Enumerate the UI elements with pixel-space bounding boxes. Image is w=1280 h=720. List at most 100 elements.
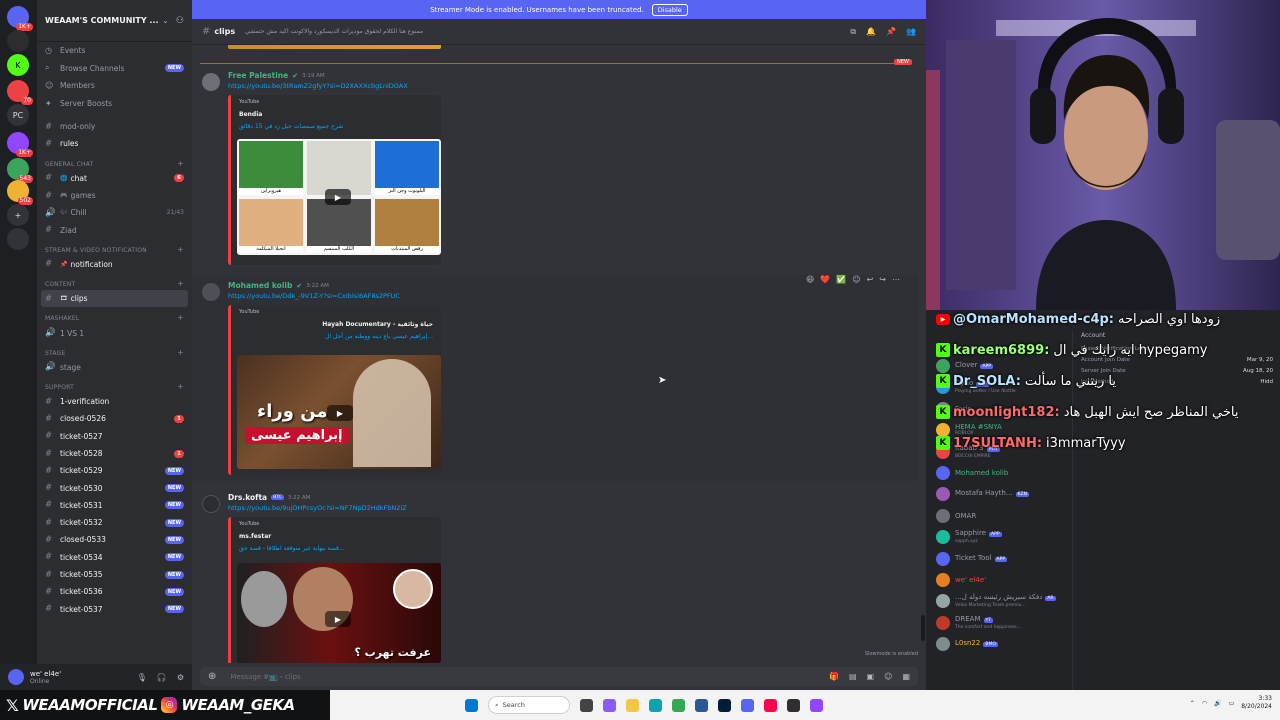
channel-mod-only[interactable]: # mod-only (37, 118, 192, 135)
server-icon[interactable]: 1K+ (7, 6, 33, 31)
pin-icon[interactable]: 📌 (886, 27, 896, 37)
more-icon[interactable]: ⋯ (892, 275, 900, 284)
apps-icon[interactable]: ▦ (902, 672, 910, 681)
embed-channel[interactable]: Hayah Documentary - حياة وثائقية (322, 321, 433, 328)
channel-ticket-0531[interactable]: # ticket-0531 NEW (37, 497, 192, 514)
sticker-icon[interactable]: ▣ (867, 672, 875, 681)
chrome-icon[interactable] (672, 698, 685, 712)
category-mashakel[interactable]: MASHAKEL + (37, 307, 192, 324)
plus-icon[interactable]: + (177, 313, 184, 322)
invite-icon[interactable]: ⚇ (176, 16, 184, 26)
gift-icon[interactable]: 🎁 (829, 672, 839, 681)
channel-closed-0526[interactable]: # closed-0526 1 (37, 410, 192, 427)
server-icon[interactable]: 543 (7, 158, 33, 183)
member-item[interactable]: Mostafa Hayth... KZN (936, 484, 1029, 504)
gif-icon[interactable]: ▤ (849, 672, 857, 681)
plus-icon[interactable]: + (177, 382, 184, 391)
play-icon[interactable]: ▶ (327, 405, 353, 421)
avatar[interactable] (202, 495, 220, 513)
server-icon[interactable]: K (7, 54, 29, 76)
channel-games[interactable]: # 🎮 games (37, 187, 192, 204)
channel-stage[interactable]: 🔊 stage (37, 359, 192, 376)
tiktok-icon[interactable] (764, 698, 777, 712)
play-icon[interactable]: ▶ (325, 189, 351, 205)
avatar[interactable] (8, 669, 24, 685)
gear-icon[interactable]: ⚙ (177, 673, 184, 682)
category-support[interactable]: SUPPORT + (37, 376, 192, 393)
member-item[interactable]: we' el4e' (936, 570, 986, 590)
message-author[interactable]: Mohamed kolib (228, 281, 292, 290)
obs-icon[interactable] (787, 698, 800, 712)
emoji-icon[interactable]: ☺ (884, 672, 892, 681)
server-icon[interactable]: 1K+ (7, 132, 33, 157)
server-icon[interactable]: + (7, 204, 29, 226)
chevron-up-icon[interactable]: ⌃ (1190, 700, 1195, 707)
member-item[interactable]: Sapphire APP sapph.xyz (936, 527, 1002, 547)
members-icon[interactable]: 👥 (906, 27, 916, 37)
video-thumbnail[interactable]: هيروبراين البلوتوث وجن البر انجيلا المتكلم… (237, 139, 441, 255)
channel-ticket-0529[interactable]: # ticket-0529 NEW (37, 462, 192, 479)
edge-icon[interactable] (649, 698, 662, 712)
channel-ticket-0534[interactable]: # ticket-0534 NEW (37, 549, 192, 566)
message-input[interactable]: ⊕ Message #📺・clips 🎁 ▤ ▣ ☺ ▦ (200, 667, 918, 686)
channel-notification[interactable]: # 📌 notification (37, 256, 192, 273)
reaction-heart-icon[interactable]: ❤️ (820, 275, 830, 284)
upload-plus-icon[interactable]: ⊕ (208, 671, 216, 682)
video-thumbnail[interactable]: عرفت تهرب ؟ ▶ (237, 563, 441, 663)
taskbar-search[interactable]: ⌕ Search (488, 696, 570, 714)
message-author[interactable]: Drs.kofta (228, 493, 267, 502)
task-view-icon[interactable] (580, 698, 593, 712)
channel-ticket-0532[interactable]: # ticket-0532 NEW (37, 514, 192, 531)
disable-button[interactable]: Disable (651, 3, 688, 16)
channel-1-verification[interactable]: #1-verification (37, 393, 192, 410)
clock[interactable]: 3:33 8/20/2024 (1241, 695, 1272, 711)
channel-topic[interactable]: ممنوع هنا الكلام لحقوق موديرات الديسكورد… (245, 28, 423, 35)
sidebar-nav-browse-channels[interactable]: ⌕ Browse Channels NEW (37, 60, 192, 78)
file-explorer-icon[interactable] (626, 698, 639, 712)
threads-icon[interactable]: ⧉ (850, 27, 856, 37)
channel-ticket-0527[interactable]: # ticket-0527 (37, 428, 192, 445)
battery-icon[interactable]: ▭ (1229, 700, 1235, 707)
reaction-laugh-icon[interactable]: 😆 (806, 275, 814, 284)
member-item[interactable]: DREAM YT The comfort and happiness... (936, 613, 1021, 633)
channel-chill[interactable]: 🔊 🎶 Chill 21/43 (37, 204, 192, 221)
channel-ziad[interactable]: # Ziad (37, 221, 192, 238)
channel-closed-0533[interactable]: # closed-0533 NEW (37, 531, 192, 548)
member-item[interactable]: Mohamed kolib (936, 463, 1008, 483)
add-reaction-icon[interactable]: ☺ (852, 275, 860, 284)
server-icon[interactable]: 70 (7, 80, 33, 105)
sidebar-nav-members[interactable]: ☺ Members (37, 77, 192, 95)
category-general-chat[interactable]: GENERAL CHAT + (37, 153, 192, 170)
windows-start-icon[interactable] (465, 698, 478, 712)
twitch-icon[interactable] (810, 698, 823, 712)
sidebar-nav-events[interactable]: ◷ Events (37, 42, 192, 60)
category-stream[interactable]: STREAM & VIDEO NOTIFICATION + (37, 239, 192, 256)
sidebar-nav-server-boosts[interactable]: ✦ Server Boosts (37, 95, 192, 113)
server-icon[interactable] (7, 228, 29, 250)
store-icon[interactable] (695, 698, 708, 712)
channel-ticket-0528[interactable]: # ticket-0528 1 (37, 445, 192, 462)
discord-icon[interactable] (741, 698, 754, 712)
plus-icon[interactable]: + (177, 159, 184, 168)
message-author[interactable]: Free Palestine (228, 71, 288, 80)
speaker-icon[interactable]: 🔊 (1214, 700, 1221, 707)
microphone-icon[interactable]: 🎙 (137, 673, 147, 682)
channel-rules[interactable]: # rules (37, 135, 192, 152)
embed-channel[interactable]: Bendia (239, 111, 262, 118)
server-icon[interactable] (7, 30, 29, 52)
reply-icon[interactable]: ↩ (867, 275, 874, 284)
forward-icon[interactable]: ↪ (879, 275, 886, 284)
embed-title[interactable]: قصة بنهاية غير متوقعة اطلاقا - قصة حق... (239, 545, 345, 552)
channel-chat[interactable]: # 🌐 chat 6 (37, 170, 192, 187)
channel-clips[interactable]: # 🎞 clips (41, 290, 188, 308)
member-item[interactable]: OMAR (936, 506, 976, 526)
server-header[interactable]: WEAAM'S COMMUNITY ... ⌄ ⚇ (37, 0, 192, 42)
video-thumbnail[interactable]: من وراء إبراهيم عيسى ▶ (237, 355, 441, 469)
member-item[interactable]: ...دفكة سبريش رئيسه دوله ل AR Velox Market… (936, 591, 1056, 611)
wifi-icon[interactable]: ◠ (1202, 700, 1207, 707)
embed-title[interactable]: إبراهيم عيسى باع دينه ووطنه من أجل ال... (325, 333, 433, 340)
category-stage[interactable]: STAGE + (37, 342, 192, 359)
channel-ticket-0537[interactable]: # ticket-0537 NEW (37, 601, 192, 618)
bell-icon[interactable]: 🔔 (866, 27, 876, 37)
app-icon[interactable] (603, 698, 616, 712)
